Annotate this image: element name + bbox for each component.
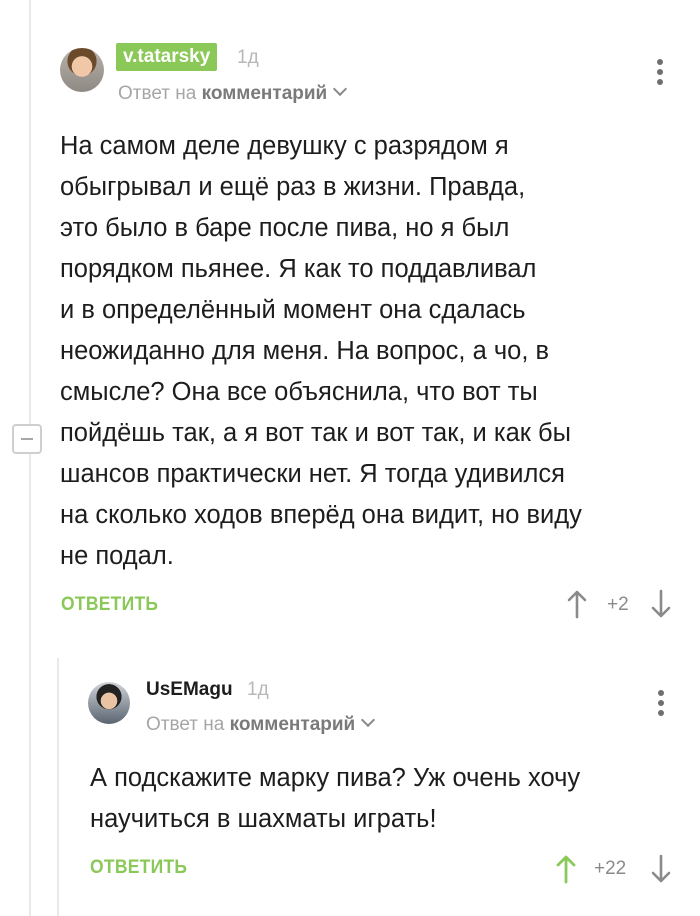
rating: +22 — [594, 858, 627, 879]
reply-to-target: комментарий — [201, 83, 328, 104]
avatar[interactable] — [60, 48, 104, 92]
thread-line — [29, 0, 31, 916]
arrow-down-icon[interactable] — [649, 589, 673, 619]
arrow-down-icon[interactable] — [649, 854, 673, 884]
comment-time: 1д — [247, 679, 269, 700]
reply-to-prefix: Ответ на — [118, 83, 197, 104]
comment-text: А подскажите марку пива? Уж очень хочу н… — [90, 764, 581, 833]
arrow-up-icon[interactable] — [565, 589, 589, 619]
chevron-down-icon — [361, 712, 376, 728]
more-menu-icon[interactable] — [652, 57, 668, 91]
more-menu-icon[interactable] — [653, 688, 669, 722]
reply-button[interactable]: ОТВЕТИТЬ — [61, 591, 158, 619]
username[interactable]: UsEMagu — [146, 676, 233, 704]
avatar[interactable] — [88, 682, 130, 724]
comment-text: На самом деле девушку с разрядом я обыгр… — [60, 132, 582, 570]
reply-button[interactable]: ОТВЕТИТЬ — [90, 854, 187, 882]
reply-to-prefix: Ответ на — [146, 714, 225, 735]
reply-to-target: комментарий — [229, 714, 356, 735]
chevron-down-icon — [333, 81, 348, 97]
reply-to-link[interactable]: Ответ на комментарий — [146, 712, 376, 738]
arrow-up-icon[interactable] — [554, 854, 578, 884]
rating: +2 — [607, 594, 629, 615]
comment-time: 1д — [237, 47, 259, 68]
reply-to-link[interactable]: Ответ на комментарий — [118, 81, 348, 107]
username[interactable]: v.tatarsky — [116, 43, 218, 71]
reply-thread-line — [57, 658, 59, 916]
collapse-thread-icon[interactable] — [12, 424, 42, 454]
